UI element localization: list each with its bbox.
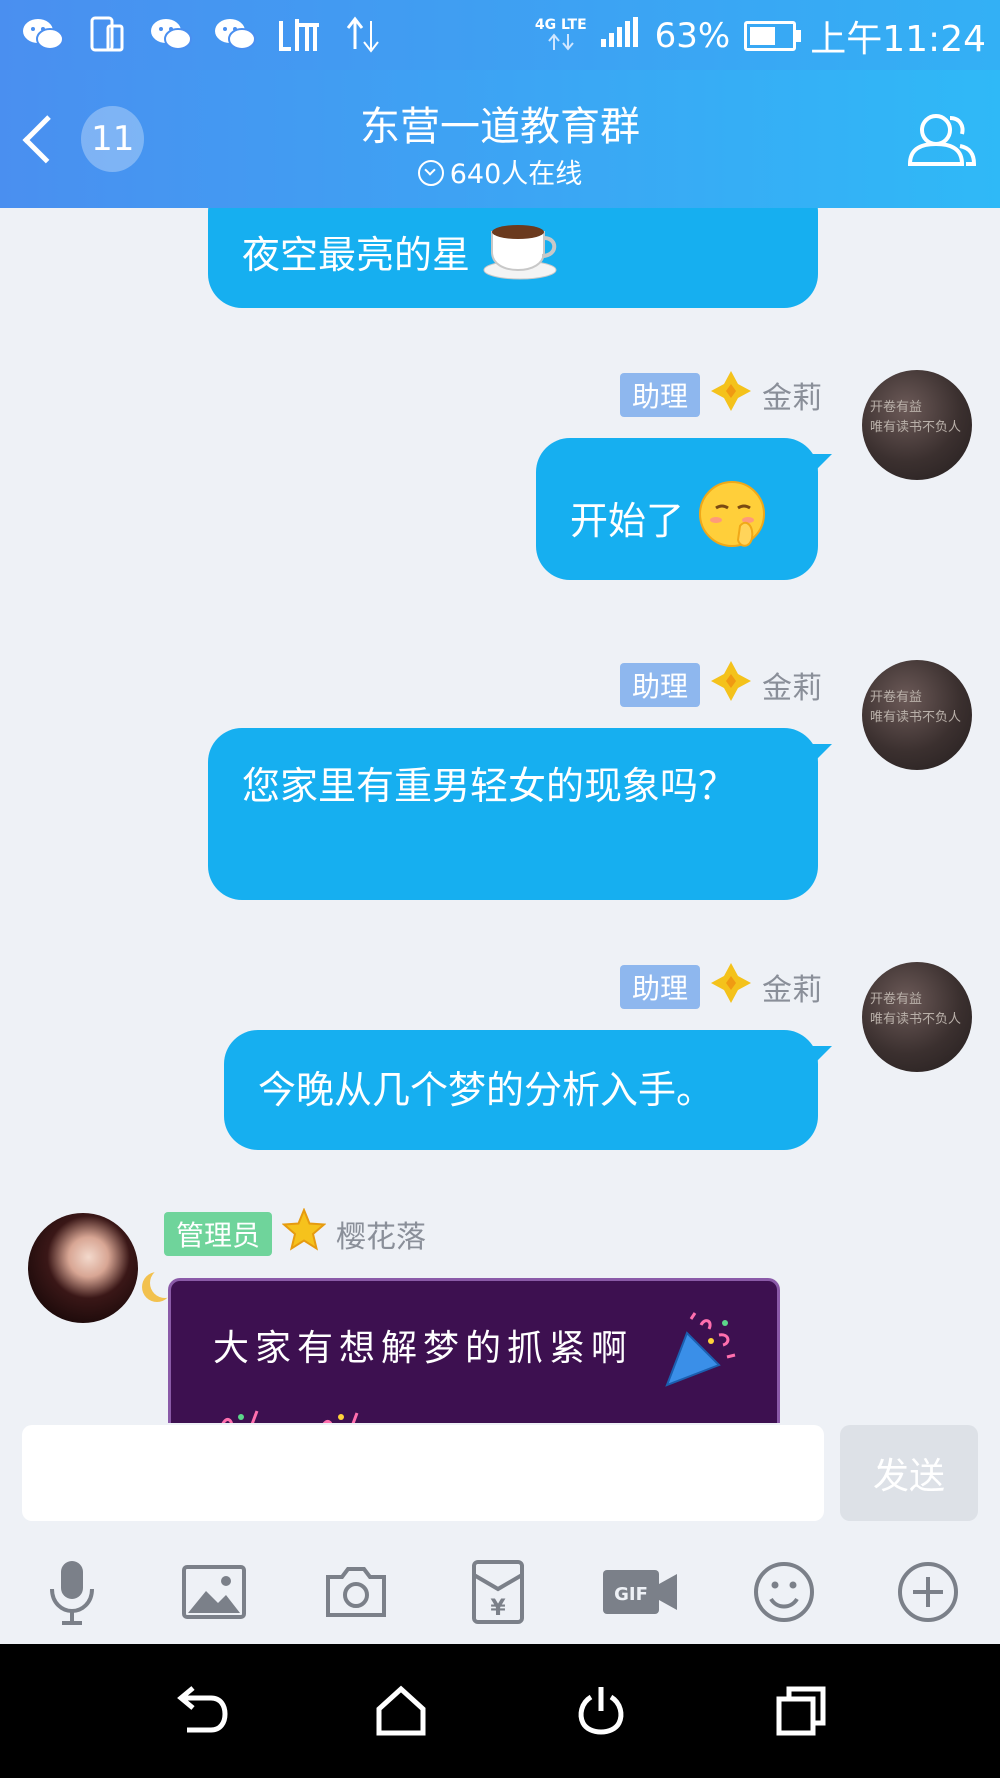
message-bubble[interactable]: 您家里有重男轻女的现象吗？ (208, 728, 832, 900)
role-badge: 助理 (620, 373, 701, 417)
signal-icon (600, 16, 641, 56)
role-badge: 管理员 (164, 1212, 273, 1256)
sender-name[interactable]: 金莉 (762, 965, 822, 1009)
message-meta: 助理 金莉 (620, 370, 822, 420)
wechat-icon (20, 12, 66, 58)
message-meta: 助理 金莉 (620, 962, 822, 1012)
members-icon (907, 114, 977, 166)
avatar[interactable]: 开卷有益 唯有读书不负人 (862, 962, 972, 1072)
online-count-text: 640人在线 (449, 159, 583, 190)
emoji-icon[interactable] (746, 1554, 822, 1630)
battery-percent: 63% (654, 16, 731, 56)
camera-icon[interactable] (318, 1554, 394, 1630)
avatar[interactable]: 开卷有益 唯有读书不负人 (862, 660, 972, 770)
data-transfer-icon (340, 12, 386, 58)
plus-icon[interactable] (890, 1554, 966, 1630)
chat-header: 11 东营一道教育群 640人在线 (0, 70, 1000, 208)
message-text: 大家有想解梦的抓紧啊 (213, 1328, 634, 1369)
chevron-down-circle-icon (417, 160, 444, 186)
message-text: 今晚从几个梦的分析入手。 (258, 1068, 715, 1112)
chat-message-list[interactable]: 夜空最亮的星 助理 金莉 开卷有益 唯有读书不负人 开始了 助理 金莉 开卷有益… (0, 208, 1000, 1423)
svg-text:¥: ¥ (490, 1596, 506, 1621)
send-button[interactable]: 发送 (840, 1425, 978, 1521)
role-badge: 助理 (620, 965, 701, 1009)
nav-power-icon[interactable] (568, 1678, 634, 1744)
battery-icon (744, 21, 802, 51)
online-count[interactable]: 640人在线 (0, 152, 1000, 191)
decorated-message-card[interactable]: 大家有想解梦的抓紧啊 (168, 1278, 780, 1423)
message-input[interactable] (22, 1425, 824, 1521)
diamond-rank-icon (710, 660, 752, 710)
message-text: 您家里有重男轻女的现象吗？ (242, 764, 737, 808)
sender-name[interactable]: 金莉 (762, 373, 822, 417)
input-toolbar: ¥ GIF (0, 1540, 1000, 1644)
microphone-icon[interactable] (34, 1554, 110, 1630)
listen-app-icon (276, 12, 322, 58)
phone-tablet-icon (84, 12, 130, 58)
svg-text:GIF: GIF (614, 1584, 648, 1605)
diamond-rank-icon (710, 370, 752, 420)
status-bar: 4G LTE 63% 上午11:24 (0, 0, 1000, 70)
sender-name[interactable]: 金莉 (762, 663, 822, 707)
nav-home-icon[interactable] (368, 1678, 434, 1744)
avatar[interactable]: 开卷有益 唯有读书不负人 (862, 370, 972, 480)
message-text: 开始了 (570, 499, 685, 543)
role-badge: 助理 (620, 663, 701, 707)
clock: 上午11:24 (810, 19, 986, 60)
message-bubble[interactable]: 夜空最亮的星 (208, 208, 818, 308)
star-rank-icon (281, 1207, 327, 1260)
sender-name[interactable]: 樱花落 (336, 1212, 426, 1256)
party-popper-emoji (661, 1311, 741, 1395)
message-bubble[interactable]: 今晚从几个梦的分析入手。 (224, 1030, 832, 1150)
diamond-rank-icon (710, 962, 752, 1012)
image-icon[interactable] (176, 1554, 252, 1630)
confetti-decoration (211, 1399, 391, 1423)
shy-face-emoji (696, 478, 772, 569)
nav-recents-icon[interactable] (768, 1678, 834, 1744)
avatar[interactable] (28, 1213, 138, 1323)
message-meta: 管理员 樱花落 (164, 1207, 426, 1260)
message-bubble[interactable]: 开始了 (536, 438, 832, 580)
input-bar: 发送 (0, 1423, 1000, 1523)
message-meta: 助理 金莉 (620, 660, 822, 710)
nav-back-icon[interactable] (168, 1678, 234, 1744)
red-packet-icon[interactable]: ¥ (460, 1554, 536, 1630)
wechat-icon (148, 12, 194, 58)
message-text: 夜空最亮的星 (242, 233, 471, 277)
group-title: 东营一道教育群 (360, 104, 640, 150)
network-indicator: 4G LTE (535, 18, 587, 55)
wechat-icon (212, 12, 258, 58)
gif-icon[interactable]: GIF (600, 1554, 682, 1630)
coffee-emoji (482, 218, 562, 297)
group-members-button[interactable] (900, 100, 980, 180)
system-navigation-bar (0, 1644, 1000, 1778)
